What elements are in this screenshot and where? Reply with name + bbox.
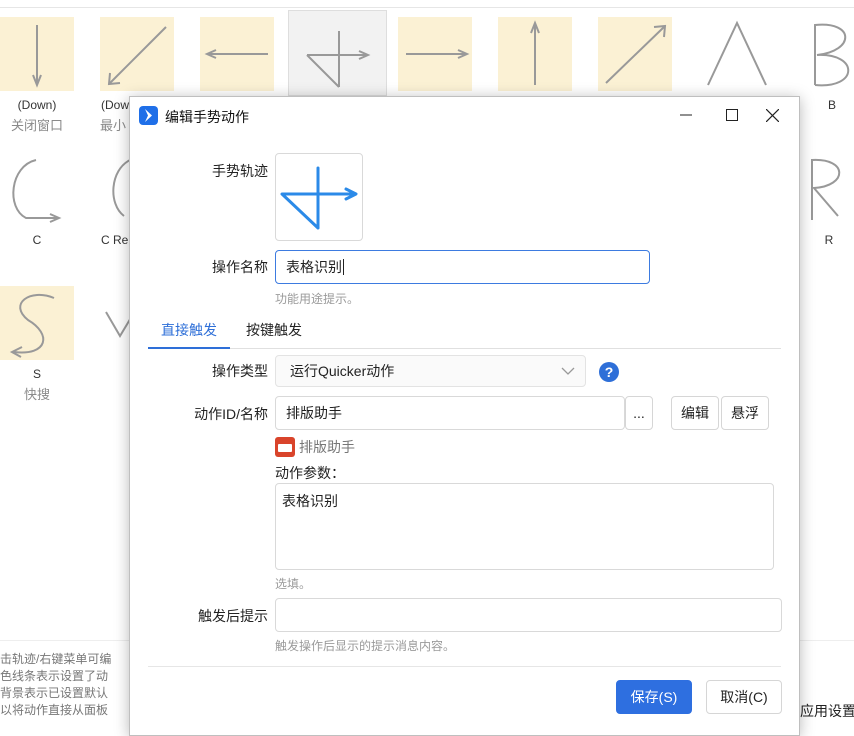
trigger-tip-hint: 触发操作后显示的提示消息内容。 xyxy=(275,639,456,653)
gesture-tile-s[interactable]: S 快搜 xyxy=(0,286,74,403)
gesture-glyph-a xyxy=(700,17,774,91)
float-action-button[interactable]: 悬浮 xyxy=(721,396,769,430)
tab-direct-trigger[interactable]: 直接触发 xyxy=(148,320,230,349)
gesture-preview-icon xyxy=(280,166,358,230)
action-param-hint: 选填。 xyxy=(275,577,312,591)
help-note: 背景表示已设置默认 xyxy=(0,686,109,700)
gesture-glyph-right xyxy=(398,17,472,91)
gesture-glyph-v xyxy=(100,286,132,360)
gesture-track-label: 手势轨迹 xyxy=(212,163,268,179)
minimize-button[interactable] xyxy=(663,97,709,133)
gesture-tile-left[interactable] xyxy=(200,17,274,91)
gesture-tile-a[interactable] xyxy=(700,17,774,91)
help-note: 击轨迹/右键菜单可编 xyxy=(0,652,112,666)
operation-type-label: 操作类型 xyxy=(212,363,268,379)
gesture-glyph-r xyxy=(792,152,854,226)
chevron-down-icon xyxy=(561,367,575,375)
help-note: 色线条表示设置了动 xyxy=(0,669,109,683)
trigger-tip-label: 触发后提示 xyxy=(198,608,268,624)
gesture-name: B xyxy=(827,98,836,112)
operation-name-value: 表格识别 xyxy=(286,259,342,275)
close-button[interactable] xyxy=(749,97,795,133)
gesture-name: R xyxy=(824,233,834,247)
gesture-glyph-selected xyxy=(288,10,387,96)
edit-action-button[interactable]: 编辑 xyxy=(671,396,719,430)
operation-type-value: 运行Quicker动作 xyxy=(290,363,395,379)
gesture-name: (Down) xyxy=(17,98,57,112)
close-icon xyxy=(765,108,779,122)
gesture-glyph-c xyxy=(0,152,74,226)
maximize-icon xyxy=(726,109,738,121)
minimize-icon xyxy=(680,114,692,116)
apply-settings-button[interactable]: 应用设置 xyxy=(800,701,854,721)
gesture-tile-r[interactable]: R xyxy=(792,152,854,247)
action-reference-name: 排版助手 xyxy=(299,439,355,455)
operation-name-label: 操作名称 xyxy=(212,259,268,275)
gesture-tile-selected[interactable] xyxy=(288,10,387,96)
action-param-value: 表格识别 xyxy=(282,493,338,509)
gesture-glyph-up-right xyxy=(598,17,672,91)
title-bar: 编辑手势动作 xyxy=(130,97,799,133)
gesture-tile-c[interactable]: C xyxy=(0,152,74,247)
gesture-tile-up-right[interactable] xyxy=(598,17,672,91)
top-divider xyxy=(0,7,854,8)
gesture-preview[interactable] xyxy=(275,153,363,241)
dialog-title: 编辑手势动作 xyxy=(165,109,249,125)
browse-action-button[interactable]: ... xyxy=(625,396,653,430)
action-id-value: 排版助手 xyxy=(286,405,342,421)
action-reference[interactable]: 排版助手 xyxy=(275,437,355,457)
trigger-tip-input[interactable] xyxy=(275,598,782,632)
gesture-tile-up[interactable] xyxy=(498,17,572,91)
operation-name-hint: 功能用途提示。 xyxy=(275,292,360,306)
gesture-action: 快搜 xyxy=(23,387,50,402)
edit-gesture-dialog: 编辑手势动作 手势轨迹 操作名称 表格识别 功能用途提示。 直接触发 按键触发 … xyxy=(129,96,800,736)
action-id-label: 动作ID/名称 xyxy=(194,406,268,422)
text-caret xyxy=(343,259,344,275)
footer-divider xyxy=(148,666,781,667)
gesture-tile-right[interactable] xyxy=(398,17,472,91)
operation-type-select[interactable]: 运行Quicker动作 xyxy=(275,355,586,387)
gesture-tile-b[interactable]: B xyxy=(795,17,854,112)
gesture-name: C xyxy=(32,233,42,247)
cancel-button[interactable]: 取消(C) xyxy=(706,680,782,714)
help-note: 以将动作直接从面板 xyxy=(0,703,109,717)
action-param-textarea[interactable]: 表格识别 xyxy=(275,483,774,570)
save-button[interactable]: 保存(S) xyxy=(616,680,692,714)
gesture-glyph-up xyxy=(498,17,572,91)
operation-name-input[interactable]: 表格识别 xyxy=(275,250,650,284)
action-id-input[interactable]: 排版助手 xyxy=(275,396,625,430)
gesture-glyph-down-left xyxy=(100,17,174,91)
help-icon[interactable]: ? xyxy=(599,362,619,382)
gesture-action: 关闭窗口 xyxy=(10,118,63,133)
gesture-name: S xyxy=(32,367,41,381)
word-doc-icon xyxy=(275,437,295,457)
gesture-glyph-s xyxy=(0,286,74,360)
trigger-tabs: 直接触发 按键触发 xyxy=(148,320,781,349)
tab-key-trigger[interactable]: 按键触发 xyxy=(233,320,315,347)
quicker-app-icon xyxy=(139,106,158,125)
gesture-glyph-b xyxy=(795,17,854,91)
gesture-glyph-down xyxy=(0,17,74,91)
action-param-label: 动作参数： xyxy=(275,465,345,481)
gesture-tile-down[interactable]: (Down) 关闭窗口 xyxy=(0,17,74,134)
gesture-glyph-left xyxy=(200,17,274,91)
gesture-tile-v[interactable] xyxy=(100,286,132,360)
